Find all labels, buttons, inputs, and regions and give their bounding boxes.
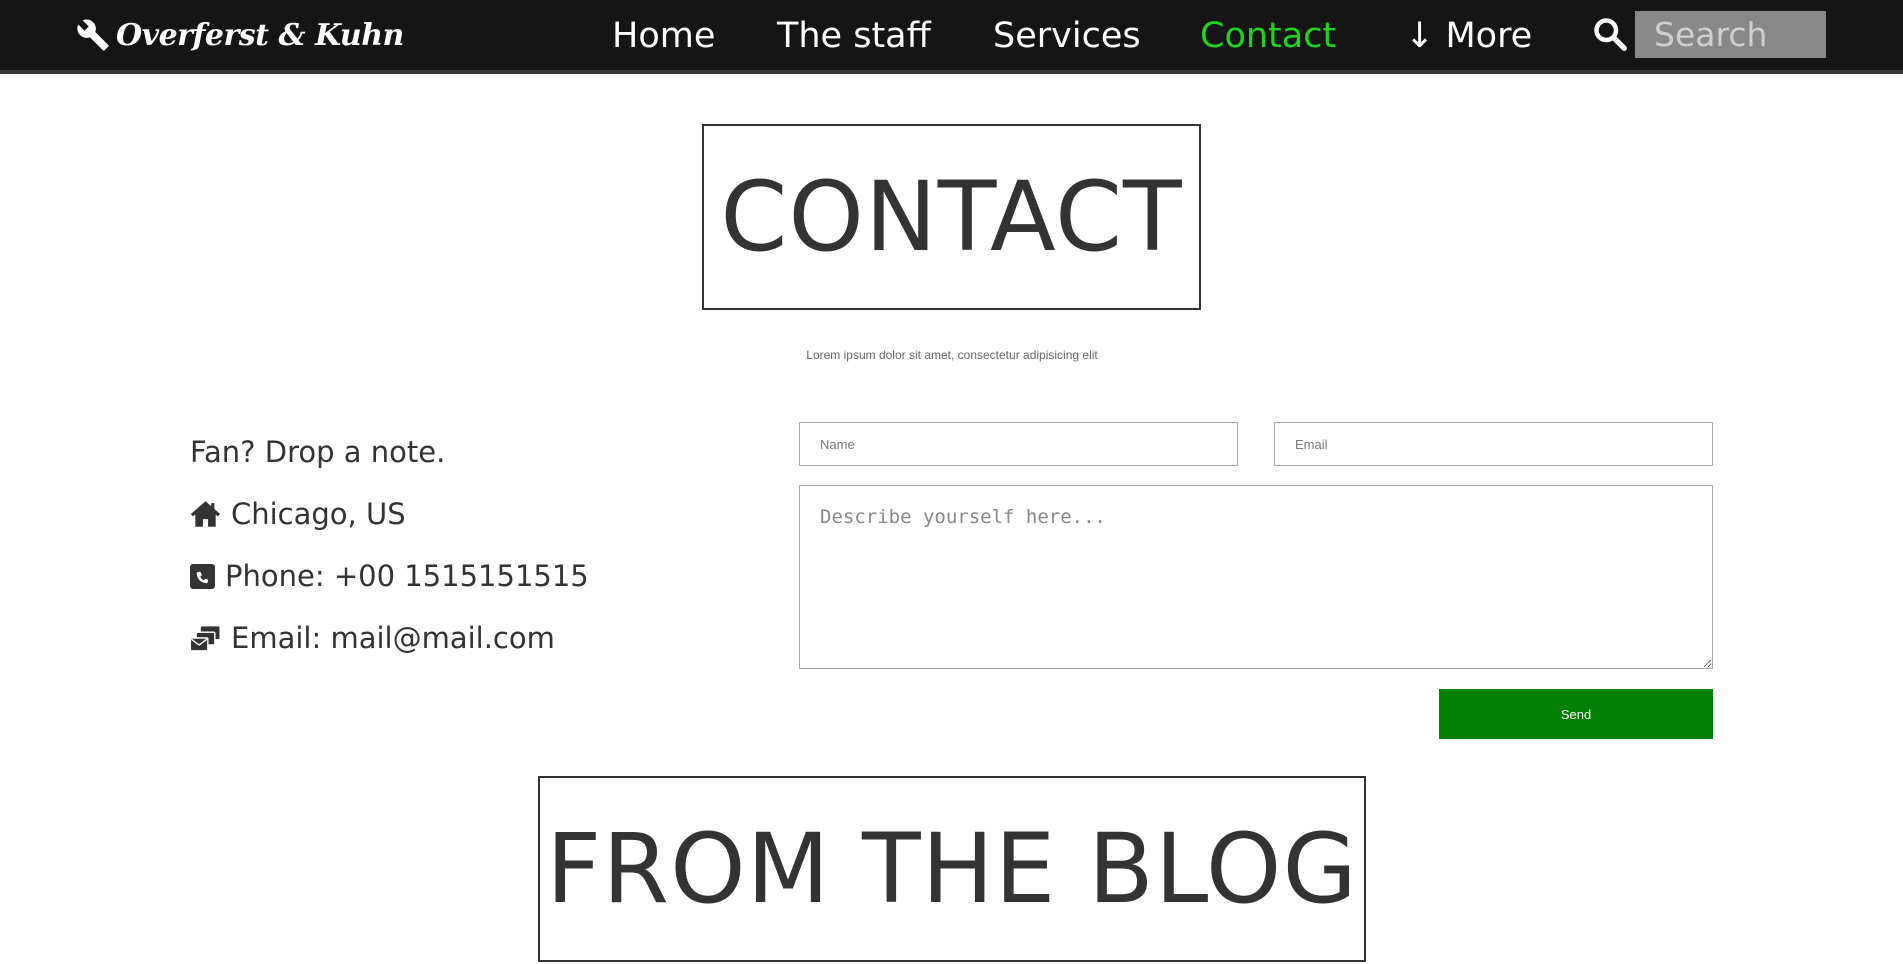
mail-bulk-icon (190, 626, 220, 652)
info-location: Chicago, US (190, 494, 406, 534)
blog-heading: FROM THE BLOG (538, 776, 1366, 962)
tagline-text: Fan? Drop a note. (190, 435, 446, 469)
wrench-icon (77, 19, 109, 51)
info-email: Email: mail@mail.com (190, 618, 555, 658)
email-input[interactable] (1274, 422, 1713, 466)
nav-link-more[interactable]: ↓ More (1405, 14, 1532, 58)
info-tagline: Fan? Drop a note. (190, 432, 445, 472)
nav-link-services[interactable]: Services (993, 14, 1141, 58)
phone-icon (190, 563, 215, 589)
contact-heading: CONTACT (702, 124, 1201, 310)
name-input[interactable] (799, 422, 1238, 466)
email-text: Email: mail@mail.com (231, 621, 555, 655)
brand-logo[interactable]: Overferst & Kuhn (76, 12, 404, 58)
nav-link-contact[interactable]: Contact (1200, 14, 1336, 58)
send-button[interactable]: Send (1439, 689, 1713, 739)
search-icon[interactable] (1592, 16, 1628, 52)
location-text: Chicago, US (231, 497, 406, 531)
top-navbar: Overferst & Kuhn Home The staff Services… (0, 0, 1903, 74)
search-input[interactable] (1635, 11, 1826, 58)
phone-text: Phone: +00 1515151515 (225, 559, 589, 593)
home-icon (190, 501, 221, 527)
nav-link-home[interactable]: Home (612, 14, 715, 58)
brand-name: Overferst & Kuhn (116, 17, 404, 53)
info-phone: Phone: +00 1515151515 (190, 556, 589, 596)
message-textarea[interactable] (799, 485, 1713, 669)
nav-link-the-staff[interactable]: The staff (777, 14, 931, 58)
contact-subtitle: Lorem ipsum dolor sit amet, consectetur … (806, 348, 1098, 362)
